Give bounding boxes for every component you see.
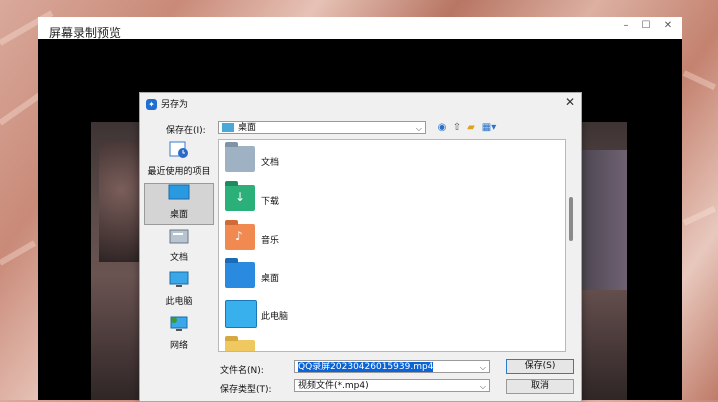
background-decoration <box>682 205 717 226</box>
minimize-button[interactable]: – <box>616 20 636 31</box>
filetype-value: 视频文件(*.mp4) <box>298 381 369 391</box>
new-folder-icon[interactable]: ▰ <box>465 122 477 134</box>
downloads-folder-icon: ↓ <box>225 181 255 211</box>
file-list: 文档 ↓ 下载 ♪ 音乐 桌面 此电脑 库 <box>218 139 566 352</box>
scrollbar-thumb[interactable] <box>569 197 573 241</box>
maximize-button[interactable]: ☐ <box>636 20 656 31</box>
view-menu-icon[interactable]: ▦▾ <box>480 122 498 134</box>
filename-value: QQ录屏20230426015939.mp4 <box>298 362 434 372</box>
list-item[interactable]: 桌面 <box>225 258 545 298</box>
list-item[interactable]: ♪ 音乐 <box>225 220 545 260</box>
save-in-dropdown[interactable]: 桌面 ⌵ <box>218 121 426 134</box>
file-name: 音乐 <box>261 236 280 246</box>
dialog-title: 另存为 <box>161 100 189 110</box>
background-decoration <box>682 70 717 91</box>
chevron-down-icon: ⌵ <box>479 363 486 372</box>
place-network[interactable]: 网络 <box>144 315 214 357</box>
save-as-dialog: ✦ 另存为 ✕ 保存在(I): 桌面 ⌵ ◉ ⇧ ▰ ▦▾ 最近使用的项目 桌面 … <box>139 92 582 402</box>
place-label: 网络 <box>169 341 188 351</box>
file-list-scrollbar[interactable] <box>566 139 577 352</box>
chevron-down-icon: ⌵ <box>415 124 422 133</box>
filetype-dropdown[interactable]: 视频文件(*.mp4) ⌵ <box>294 379 490 392</box>
file-name: 桌面 <box>261 274 280 284</box>
dialog-close-button[interactable]: ✕ <box>565 95 575 109</box>
file-name: 文档 <box>261 158 280 168</box>
places-bar: 最近使用的项目 桌面 文档 此电脑 网络 <box>144 139 216 401</box>
background-decoration <box>0 91 43 126</box>
documents-folder-icon <box>225 142 255 172</box>
video-scene-bookshelf <box>579 150 627 290</box>
back-icon[interactable]: ◉ <box>436 122 448 134</box>
up-folder-icon[interactable]: ⇧ <box>451 122 463 134</box>
place-label: 最近使用的项目 <box>147 167 211 177</box>
filetype-label: 保存类型(T): <box>220 385 272 395</box>
file-name: 下载 <box>261 197 280 207</box>
music-folder-icon: ♪ <box>225 220 255 250</box>
place-documents[interactable]: 文档 <box>144 227 214 269</box>
place-desktop[interactable]: 桌面 <box>144 183 214 225</box>
chevron-down-icon: ⌵ <box>479 382 486 391</box>
computer-icon <box>225 300 257 328</box>
save-in-label: 保存在(I): <box>166 126 206 136</box>
list-item[interactable]: 此电脑 <box>225 300 545 336</box>
cancel-button[interactable]: 取消 <box>506 379 574 394</box>
desktop-folder-icon <box>225 258 255 288</box>
video-scene-lamp <box>99 142 143 262</box>
place-label: 文档 <box>169 253 188 263</box>
recent-icon <box>169 141 188 158</box>
desktop-folder-icon <box>222 123 234 132</box>
list-item[interactable]: ↓ 下载 <box>225 181 545 221</box>
place-recent[interactable]: 最近使用的项目 <box>144 141 214 183</box>
save-in-value: 桌面 <box>238 123 257 133</box>
computer-icon <box>169 271 189 287</box>
place-label: 此电脑 <box>165 297 193 307</box>
list-item[interactable]: 库 <box>225 336 545 351</box>
file-name: 此电脑 <box>261 312 289 322</box>
filename-label: 文件名(N): <box>220 366 264 376</box>
window-title: 屏幕录制预览 <box>49 26 122 40</box>
place-label: 桌面 <box>169 210 188 220</box>
library-folder-icon <box>225 336 255 351</box>
close-button[interactable]: ✕ <box>658 20 678 31</box>
background-decoration <box>0 240 37 266</box>
save-button[interactable]: 保存(S) <box>506 359 574 374</box>
documents-icon <box>169 229 189 244</box>
desktop-icon <box>168 184 190 200</box>
filename-input[interactable]: QQ录屏20230426015939.mp4 ⌵ <box>294 360 490 373</box>
file-name: 库 <box>261 349 270 351</box>
app-icon: ✦ <box>146 99 157 110</box>
window-titlebar: 屏幕录制预览 – ☐ ✕ <box>38 17 682 40</box>
place-this-pc[interactable]: 此电脑 <box>144 271 214 313</box>
list-item[interactable]: 文档 <box>225 142 545 182</box>
network-icon <box>170 316 188 331</box>
dialog-titlebar: ✦ 另存为 <box>146 97 188 110</box>
